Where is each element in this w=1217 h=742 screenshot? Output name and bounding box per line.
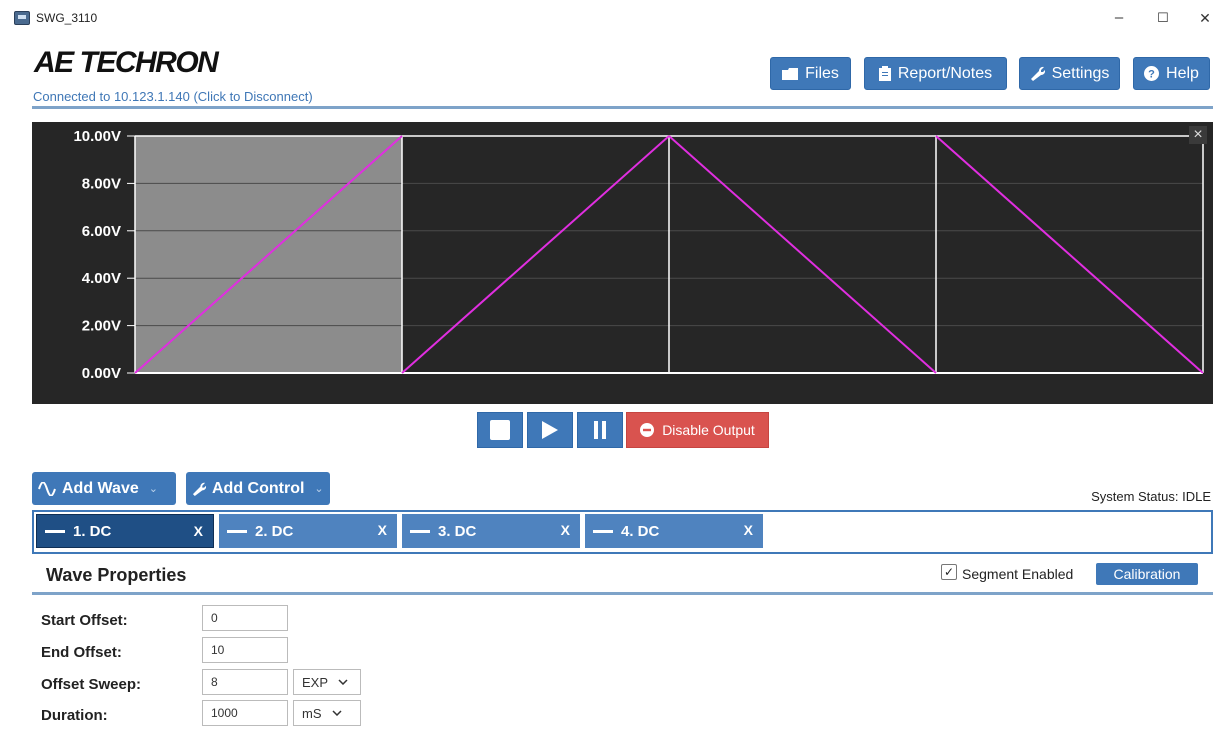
offset-sweep-input[interactable] xyxy=(202,669,288,695)
tab-label: 3. DC xyxy=(438,522,477,540)
files-button[interactable]: Files xyxy=(770,57,851,90)
play-button[interactable] xyxy=(527,412,573,448)
y-tick-label: 6.00V xyxy=(82,223,121,240)
offset-sweep-label: Offset Sweep: xyxy=(41,676,142,693)
dc-icon xyxy=(410,529,430,533)
disable-output-label: Disable Output xyxy=(662,422,755,438)
sweep-mode-select[interactable]: EXP xyxy=(293,669,361,695)
segment-trace-3[interactable] xyxy=(668,135,937,374)
disable-output-button[interactable]: Disable Output xyxy=(626,412,769,448)
question-icon: ? xyxy=(1144,66,1160,81)
sweep-mode-value: EXP xyxy=(302,674,329,690)
close-tab-button[interactable]: X xyxy=(194,523,203,539)
system-status: System Status: IDLE xyxy=(1091,489,1211,504)
no-entry-icon xyxy=(640,423,655,437)
window-title: SWG_3110 xyxy=(36,11,98,25)
properties-divider xyxy=(32,592,1213,595)
duration-input[interactable] xyxy=(202,700,288,726)
dc-icon xyxy=(227,529,247,533)
y-tick-label: 0.00V xyxy=(82,365,121,382)
add-wave-dropdown[interactable]: Add Wave ⌄ xyxy=(32,472,176,505)
duration-label: Duration: xyxy=(41,707,108,724)
plot-close-button[interactable]: × xyxy=(1189,126,1207,144)
close-window-button[interactable]: ✕ xyxy=(1187,6,1217,30)
y-tick-label: 2.00V xyxy=(82,318,121,335)
start-offset-label: Start Offset: xyxy=(41,612,128,629)
chevron-down-icon xyxy=(331,710,342,716)
tab-segment-2[interactable]: 2. DC X xyxy=(219,514,397,548)
report-notes-button[interactable]: Report/Notes xyxy=(864,57,1007,90)
clipboard-icon xyxy=(878,66,891,81)
wrench-icon xyxy=(1030,66,1045,81)
settings-button[interactable]: Settings xyxy=(1019,57,1120,90)
duration-unit-value: mS xyxy=(302,705,322,721)
wave-properties-title: Wave Properties xyxy=(46,565,187,585)
help-label: Help xyxy=(1166,64,1199,82)
stop-icon xyxy=(490,420,510,440)
stop-button[interactable] xyxy=(477,412,523,448)
title-bar: SWG_3110 – ☐ ✕ xyxy=(0,0,1217,36)
segment-trace-4[interactable] xyxy=(935,135,1204,374)
segment-trace-2[interactable] xyxy=(401,135,670,374)
tab-label: 2. DC xyxy=(255,522,294,540)
tab-label: 4. DC xyxy=(621,522,660,540)
report-notes-label: Report/Notes xyxy=(897,64,993,82)
header-divider xyxy=(32,106,1213,109)
segment-enabled-checkbox[interactable]: ✓ xyxy=(941,564,957,580)
tab-segment-1[interactable]: 1. DC X xyxy=(36,514,214,548)
end-offset-input[interactable] xyxy=(202,637,288,663)
tab-segment-4[interactable]: 4. DC X xyxy=(585,514,763,548)
tab-label: 1. DC xyxy=(73,522,112,540)
wrench-icon xyxy=(192,482,206,496)
start-offset-input[interactable] xyxy=(202,605,288,631)
y-tick-label: 4.00V xyxy=(82,270,121,287)
waveform-chart: 10.00V 8.00V 6.00V 4.00V 2.00V 0.00V xyxy=(73,128,1204,382)
close-tab-button[interactable]: X xyxy=(561,522,570,538)
end-offset-label: End Offset: xyxy=(41,644,122,661)
maximize-button[interactable]: ☐ xyxy=(1145,6,1181,30)
close-tab-button[interactable]: X xyxy=(378,522,387,538)
folder-icon xyxy=(782,67,799,80)
segment-enabled-label: Segment Enabled xyxy=(962,566,1074,582)
minimize-button[interactable]: – xyxy=(1101,6,1137,30)
dc-icon xyxy=(593,529,613,533)
connection-link[interactable]: Connected to 10.123.1.140 (Click to Disc… xyxy=(33,89,313,104)
brand-logo: AE TECHRON xyxy=(34,46,219,79)
wave-icon xyxy=(38,481,56,496)
pause-icon xyxy=(594,421,606,439)
add-control-dropdown[interactable]: Add Control ⌄ xyxy=(186,472,330,505)
y-tick-label: 8.00V xyxy=(82,175,121,192)
calibration-button[interactable]: Calibration xyxy=(1096,563,1198,585)
chevron-down-icon: ⌄ xyxy=(148,483,158,495)
duration-unit-select[interactable]: mS xyxy=(293,700,361,726)
svg-text:?: ? xyxy=(1148,69,1155,81)
pause-button[interactable] xyxy=(577,412,623,448)
waveform-plot[interactable]: 10.00V 8.00V 6.00V 4.00V 2.00V 0.00V × xyxy=(32,122,1213,404)
settings-label: Settings xyxy=(1051,64,1110,82)
tab-segment-3[interactable]: 3. DC X xyxy=(402,514,580,548)
add-control-label: Add Control xyxy=(212,479,305,497)
chevron-down-icon: ⌄ xyxy=(314,483,324,495)
close-tab-button[interactable]: X xyxy=(744,522,753,538)
app-icon xyxy=(14,11,30,25)
help-button[interactable]: ? Help xyxy=(1133,57,1210,90)
play-icon xyxy=(542,421,558,439)
y-tick-label: 10.00V xyxy=(73,128,121,145)
add-wave-label: Add Wave xyxy=(62,479,139,497)
chevron-down-icon xyxy=(338,679,348,685)
files-label: Files xyxy=(805,64,839,82)
dc-icon xyxy=(45,529,65,533)
